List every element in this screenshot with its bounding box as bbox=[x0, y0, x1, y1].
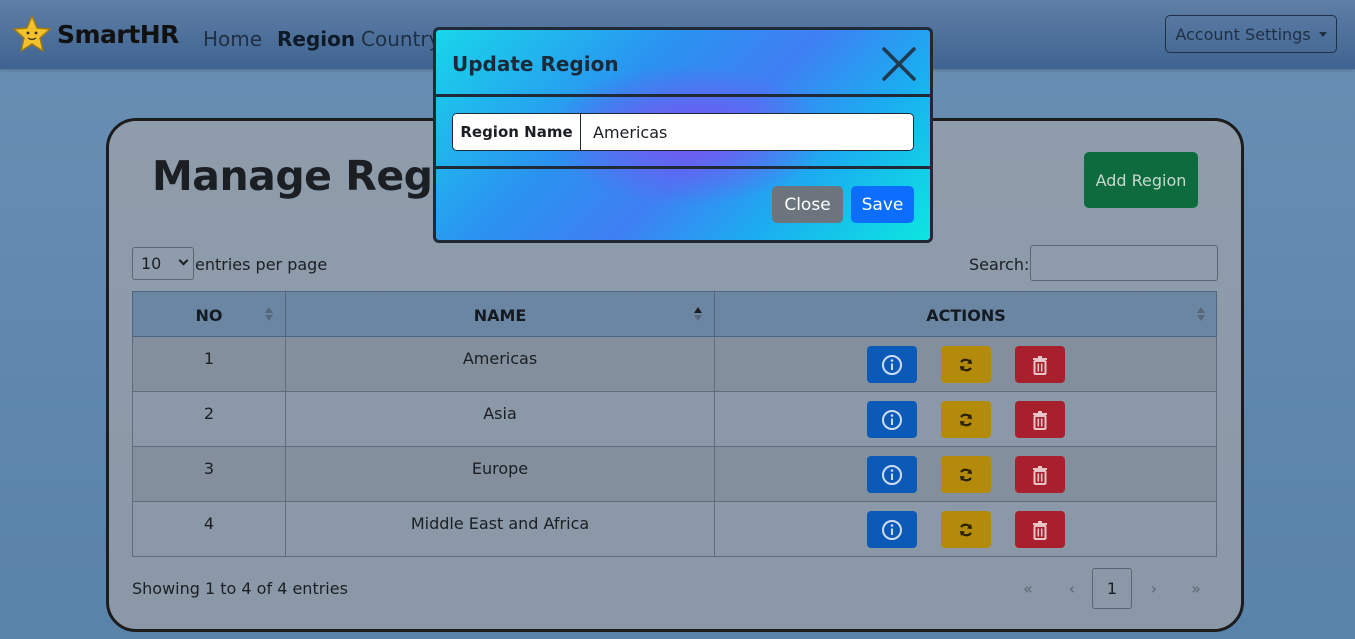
refresh-icon bbox=[960, 523, 972, 536]
cell-actions bbox=[715, 337, 1217, 392]
update-region-modal: Update Region Region Name Close Save bbox=[433, 27, 933, 243]
pagination-first[interactable]: « bbox=[1014, 568, 1042, 609]
brand-name: SmartHR bbox=[57, 19, 179, 49]
update-button[interactable] bbox=[941, 346, 991, 383]
table-row: 3 Europe bbox=[132, 447, 1217, 502]
region-name-label: Region Name bbox=[453, 114, 581, 150]
nav-link-home[interactable]: Home bbox=[203, 27, 262, 51]
sort-asc-icon bbox=[694, 307, 702, 323]
search-input[interactable] bbox=[1030, 245, 1218, 281]
sort-icon bbox=[1197, 307, 1205, 323]
refresh-icon bbox=[960, 468, 972, 481]
entries-per-page-label: entries per page bbox=[195, 255, 328, 274]
close-button[interactable]: Close bbox=[772, 186, 843, 223]
cell-no: 4 bbox=[133, 502, 286, 557]
add-region-button[interactable]: Add Region bbox=[1084, 152, 1198, 208]
column-header-actions[interactable]: ACTIONS bbox=[715, 292, 1217, 338]
modal-title: Update Region bbox=[452, 52, 619, 76]
cell-name: Asia bbox=[286, 392, 715, 447]
refresh-icon bbox=[960, 358, 972, 371]
cell-actions bbox=[715, 392, 1217, 447]
cell-name: Europe bbox=[286, 447, 715, 502]
pagination-next[interactable]: › bbox=[1140, 568, 1168, 609]
info-icon bbox=[882, 519, 902, 540]
info-icon bbox=[882, 409, 902, 430]
delete-button[interactable] bbox=[1015, 401, 1065, 438]
region-name-input[interactable] bbox=[581, 114, 913, 150]
column-header-name[interactable]: NAME bbox=[286, 292, 715, 338]
table-header: NO NAME ACTIONS bbox=[132, 291, 1217, 338]
info-icon bbox=[882, 464, 902, 485]
nav-link-country[interactable]: Country bbox=[361, 27, 440, 51]
column-header-label: ACTIONS bbox=[926, 305, 1006, 325]
table-info: Showing 1 to 4 of 4 entries bbox=[132, 579, 348, 598]
cell-no: 3 bbox=[133, 447, 286, 502]
chevron-down-icon bbox=[178, 255, 189, 266]
modal-header: Update Region bbox=[436, 30, 930, 97]
table-row: 4 Middle East and Africa bbox=[132, 502, 1217, 557]
cell-name: Middle East and Africa bbox=[286, 502, 715, 557]
pagination-page-1[interactable]: 1 bbox=[1092, 568, 1132, 609]
update-button[interactable] bbox=[941, 511, 991, 548]
modal-body: Region Name bbox=[436, 97, 930, 169]
pagination-last[interactable]: » bbox=[1182, 568, 1210, 609]
sort-icon bbox=[265, 307, 273, 323]
account-settings-dropdown[interactable]: Account Settings bbox=[1165, 15, 1337, 53]
table-row: 2 Asia bbox=[132, 392, 1217, 447]
cell-actions bbox=[715, 502, 1217, 557]
info-button[interactable] bbox=[867, 346, 917, 383]
pagination-prev[interactable]: ‹ bbox=[1058, 568, 1086, 609]
delete-button[interactable] bbox=[1015, 346, 1065, 383]
entries-per-page-select[interactable]: 10 bbox=[132, 247, 194, 280]
region-name-input-group: Region Name bbox=[452, 113, 914, 151]
refresh-icon bbox=[960, 413, 972, 426]
save-button[interactable]: Save bbox=[851, 186, 914, 223]
column-header-label: NAME bbox=[473, 305, 527, 325]
table-row: 1 Americas bbox=[132, 337, 1217, 392]
info-button[interactable] bbox=[867, 456, 917, 493]
caret-down-icon bbox=[1318, 31, 1327, 37]
star-logo-icon bbox=[13, 15, 51, 52]
trash-icon bbox=[1033, 355, 1047, 375]
delete-button[interactable] bbox=[1015, 456, 1065, 493]
update-button[interactable] bbox=[941, 401, 991, 438]
cell-no: 1 bbox=[133, 337, 286, 392]
nav-link-region[interactable]: Region bbox=[277, 27, 355, 51]
account-settings-label: Account Settings bbox=[1175, 24, 1311, 44]
trash-icon bbox=[1033, 465, 1047, 485]
trash-icon bbox=[1033, 520, 1047, 540]
entries-per-page-value: 10 bbox=[141, 254, 162, 273]
info-button[interactable] bbox=[867, 401, 917, 438]
column-header-no[interactable]: NO bbox=[133, 292, 286, 338]
modal-footer: Close Save bbox=[436, 169, 930, 240]
column-header-label: NO bbox=[195, 305, 223, 325]
info-icon bbox=[882, 354, 902, 375]
cell-no: 2 bbox=[133, 392, 286, 447]
info-button[interactable] bbox=[867, 511, 917, 548]
close-icon[interactable] bbox=[881, 46, 917, 82]
cell-actions bbox=[715, 447, 1217, 502]
brand[interactable]: SmartHR bbox=[12, 14, 179, 54]
trash-icon bbox=[1033, 410, 1047, 430]
search-label: Search: bbox=[969, 255, 1030, 274]
update-button[interactable] bbox=[941, 456, 991, 493]
cell-name: Americas bbox=[286, 337, 715, 392]
delete-button[interactable] bbox=[1015, 511, 1065, 548]
